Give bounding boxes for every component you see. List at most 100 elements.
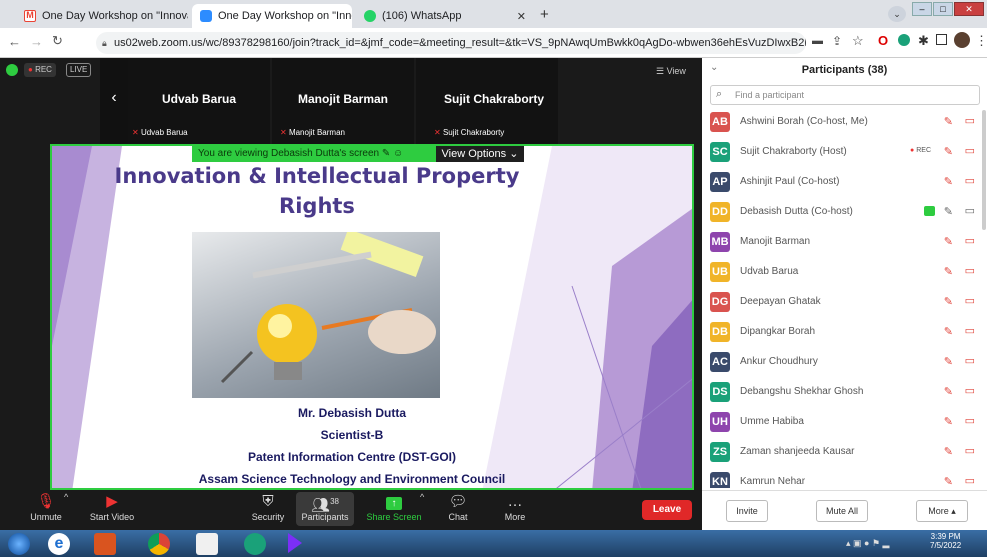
video-tile[interactable]: Udvab Barua ✕ Udvab Barua <box>128 58 270 144</box>
participant-row[interactable]: DG Deepayan Ghatak ✎ ▭ <box>702 288 987 318</box>
slide-designation: Scientist-B <box>320 428 384 442</box>
chat-button[interactable]: 💬︎ Chat <box>440 492 476 522</box>
start-video-button[interactable]: ▶︎ Start Video <box>82 492 142 522</box>
minimize-button[interactable]: – <box>912 2 932 16</box>
clock-date: 7/5/2022 <box>930 541 962 550</box>
participant-row[interactable]: SC Sujit Chakraborty (Host) ✎ ▭ ● REC <box>702 138 987 168</box>
kebab-menu-icon[interactable]: ⋮ <box>975 33 987 49</box>
back-icon[interactable]: ← <box>8 34 21 49</box>
participant-name: Umme Habiba <box>740 416 804 427</box>
video-tile-caption: ✕ Sujit Chakraborty <box>434 128 504 137</box>
mic-muted-icon: ✕ <box>434 128 443 137</box>
rec-badge: ● REC <box>910 147 931 154</box>
video-tile[interactable]: Manojit Barman ✕ Manojit Barman <box>272 58 414 144</box>
forward-icon[interactable]: → <box>30 34 43 49</box>
search-input[interactable]: ⌕ Find a participant <box>710 85 980 105</box>
caption-text: Manojit Barman <box>288 128 345 137</box>
puzzle-icon[interactable]: ✱ <box>918 33 929 49</box>
mic-muted-icon: ✎ <box>943 446 953 458</box>
tab-search-icon[interactable]: ⌄ <box>888 6 906 22</box>
video-off-icon: ▭ <box>964 325 975 337</box>
slide-org2: Assam Science Technology and Environment… <box>198 472 506 486</box>
participant-avatar: DG <box>710 292 730 312</box>
unmute-button[interactable]: 🎙︎ Unmute <box>26 492 66 522</box>
video-tile-name: Manojit Barman <box>297 92 388 106</box>
participant-name: Dipangkar Borah <box>740 326 816 337</box>
video-off-icon: ▭ <box>964 175 975 187</box>
url-text: us02web.zoom.us/wc/89378298160/join?trac… <box>114 37 806 49</box>
shield-icon: ⛨ <box>262 493 274 510</box>
mic-muted-icon: ✎ <box>943 326 953 338</box>
bookmark-star-icon[interactable]: ☆ <box>852 33 864 49</box>
window-close-button[interactable]: ✕ <box>954 2 984 16</box>
tab-zoom[interactable]: One Day Workshop on "Innc ◉ ✕ <box>192 4 352 28</box>
panel-more-button[interactable]: More ▴ <box>916 500 968 522</box>
participant-row[interactable]: DB Dipangkar Borah ✎ ▭ <box>702 318 987 348</box>
ie-icon[interactable]: e <box>48 533 70 555</box>
app-icon[interactable] <box>196 533 218 555</box>
panel-more-label: More <box>928 506 949 516</box>
strip-prev-button[interactable]: ‹ <box>100 58 128 144</box>
participant-row[interactable]: UH Umme Habiba ✎ ▭ <box>702 408 987 438</box>
participant-avatar: KN <box>710 472 730 488</box>
participant-row[interactable]: ZS Zaman shanjeeda Kausar ✎ ▭ <box>702 438 987 468</box>
invite-button[interactable]: Invite <box>726 500 768 522</box>
participant-row[interactable]: AP Ashinjit Paul (Co-host) ✎ ▭ <box>702 168 987 198</box>
participant-row[interactable]: MB Manojit Barman ✎ ▭ <box>702 228 987 258</box>
leave-button[interactable]: Leave <box>642 500 692 520</box>
windows-taskbar: e ▴ ▣ ● ⚑ ▂ 3:39 PM 7/5/2022 <box>0 530 987 557</box>
mute-all-button[interactable]: Mute All <box>816 500 868 522</box>
slide-org1: Patent Information Centre (DST-GOI) <box>247 450 456 464</box>
participant-avatar: DD <box>710 202 730 222</box>
settings-app-icon[interactable] <box>244 533 266 555</box>
participant-row[interactable]: DD Debasish Dutta (Co-host) ✎ ▭ <box>702 198 987 228</box>
video-tile[interactable]: Sujit Chakraborty ✕ Sujit Chakraborty <box>416 58 558 144</box>
chrome-icon[interactable] <box>148 533 170 555</box>
share-screen-icon: ↑ <box>386 497 402 510</box>
participants-button[interactable]: 👥︎38 Participants <box>296 492 354 526</box>
new-tab-button[interactable]: + <box>540 6 549 23</box>
participants-label: Participants <box>301 512 349 522</box>
video-off-icon: ▭ <box>964 235 975 247</box>
lightbulb-image <box>192 232 440 398</box>
start-button[interactable] <box>8 533 30 555</box>
participant-name: Ankur Choudhury <box>740 356 818 367</box>
url-field[interactable]: 🔒︎ us02web.zoom.us/wc/89378298160/join?t… <box>96 32 806 54</box>
more-button[interactable]: … More <box>500 492 530 522</box>
audio-options-icon[interactable]: ^ <box>64 492 68 502</box>
participant-row[interactable]: AB Ashwini Borah (Co-host, Me) ✎ ▭ <box>702 108 987 138</box>
mic-icon: ✎ <box>381 148 391 159</box>
sidepanel-icon[interactable] <box>936 34 947 45</box>
share-options-icon[interactable]: ^ <box>420 492 424 502</box>
chat-label: Chat <box>448 512 468 522</box>
participant-row[interactable]: UB Udvab Barua ✎ ▭ <box>702 258 987 288</box>
clock[interactable]: 3:39 PM 7/5/2022 <box>930 532 961 550</box>
office-icon[interactable] <box>94 533 116 555</box>
media-player-icon[interactable] <box>288 533 302 553</box>
view-button[interactable]: ☰ View <box>656 66 686 77</box>
cast-icon[interactable]: ▬ <box>812 35 823 47</box>
close-icon[interactable]: ✕ <box>511 10 526 23</box>
avatar[interactable] <box>954 32 970 48</box>
participant-row[interactable]: DS Debangshu Shekhar Ghosh ✎ ▭ <box>702 378 987 408</box>
tab-whatsapp[interactable]: (106) WhatsApp ✕ <box>356 4 534 28</box>
gmail-icon: M <box>24 10 36 22</box>
view-options-button[interactable]: View Options ⌄ <box>436 146 524 162</box>
scrollbar[interactable] <box>982 110 986 230</box>
share-screen-button[interactable]: ↑ Share Screen <box>364 492 424 522</box>
participant-row[interactable]: AC Ankur Choudhury ✎ ▭ <box>702 348 987 378</box>
opera-extension-icon[interactable]: O <box>878 33 888 48</box>
mic-muted-icon: ✎ <box>943 476 953 488</box>
security-button[interactable]: ⛨ Security <box>246 492 290 522</box>
caption-text: Udvab Barua <box>140 128 188 137</box>
address-bar-row: ← → ↻ 🔒︎ us02web.zoom.us/wc/89378298160/… <box>0 28 987 58</box>
tab-gmail[interactable]: M One Day Workshop on "Innovati ✕ <box>16 4 188 28</box>
participant-row[interactable]: KN Kamrun Nehar ✎ ▭ <box>702 468 987 488</box>
video-off-icon: ▭ <box>964 115 975 127</box>
reload-icon[interactable]: ↻ <box>52 33 63 49</box>
extension-icon[interactable] <box>898 34 910 46</box>
maximize-button[interactable]: □ <box>933 2 953 16</box>
mic-muted-icon: ✎ <box>943 296 953 308</box>
shield-icon[interactable] <box>6 64 18 76</box>
share-icon[interactable]: ⇪ <box>832 34 842 48</box>
